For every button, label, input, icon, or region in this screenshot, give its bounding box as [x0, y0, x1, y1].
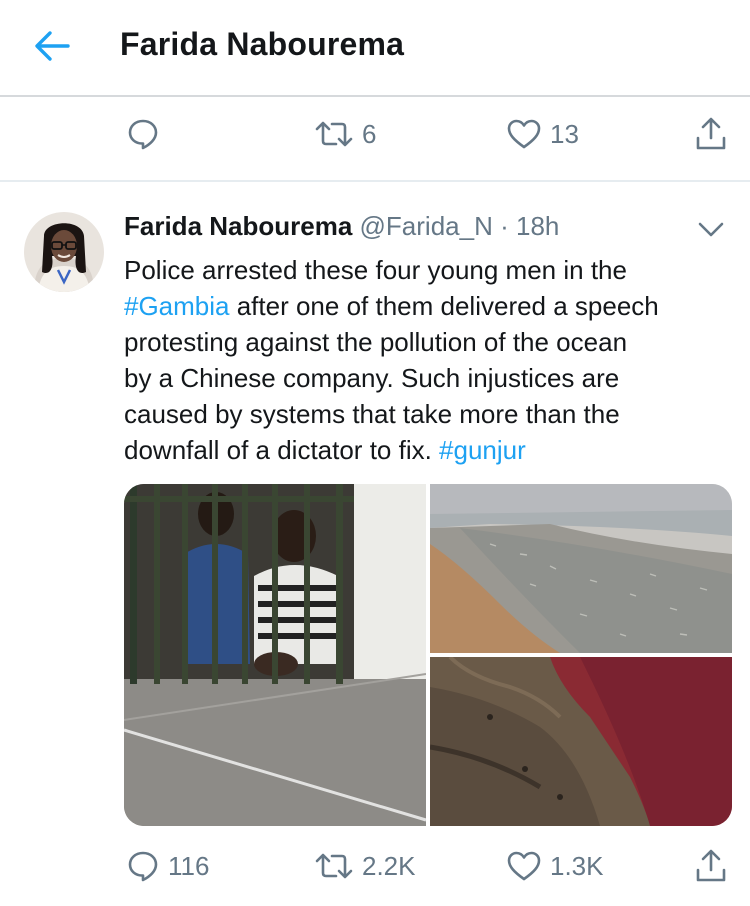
reply-icon	[128, 851, 158, 882]
tweet-text-line: by a Chinese company. Such injustices ar…	[124, 363, 620, 393]
tweet-header: Farida Nabourema @Farida_N · 18h	[124, 211, 559, 242]
dot-separator: ·	[500, 211, 509, 241]
tweet-divider	[0, 180, 750, 182]
share-icon	[696, 849, 726, 882]
tweet-text-segment: after one of them delivered a speech	[229, 291, 659, 321]
tweet-timestamp[interactable]: 18h	[516, 211, 559, 241]
tweet-text-line: Police arrested these four young men in …	[124, 255, 627, 285]
heart-icon	[507, 851, 541, 881]
author-name[interactable]: Farida Nabourema	[124, 211, 352, 241]
arrow-left-icon	[35, 31, 70, 61]
share-icon	[696, 117, 726, 150]
reply-button[interactable]	[126, 104, 160, 164]
reply-count: 116	[168, 850, 210, 881]
tweet-text-line: downfall of a dictator to fix. #gunjur	[124, 432, 734, 468]
photo-men-behind-bars[interactable]	[124, 484, 426, 826]
retweet-count: 6	[362, 118, 377, 149]
top-bar: Farida Nabourema	[0, 0, 750, 97]
like-count: 1.3K	[550, 850, 604, 881]
profile-photo	[24, 212, 104, 292]
tweet-text-line: caused by systems that take more than th…	[124, 399, 620, 429]
retweet-icon	[315, 121, 353, 147]
like-button[interactable]: 1.3K	[506, 836, 604, 896]
retweet-button[interactable]: 6	[314, 104, 376, 164]
hashtag-link[interactable]: #Gambia	[124, 291, 230, 321]
photo-red-polluted-water[interactable]	[430, 657, 732, 826]
tweet-text-line: protesting against the pollution of the …	[124, 327, 628, 357]
reply-button[interactable]: 116	[126, 836, 209, 896]
share-button[interactable]	[694, 836, 728, 896]
retweet-count: 2.2K	[362, 850, 416, 881]
hashtag-link[interactable]: #gunjur	[439, 435, 526, 465]
author-handle[interactable]: @Farida_N	[360, 211, 493, 241]
chevron-down-icon	[698, 222, 724, 237]
media-grid	[124, 484, 732, 826]
previous-tweet-actions: 6 13	[0, 104, 750, 164]
tweet-menu-button[interactable]	[694, 214, 728, 244]
like-button[interactable]: 13	[506, 104, 579, 164]
share-button[interactable]	[694, 104, 728, 164]
avatar[interactable]	[24, 212, 104, 292]
reply-icon	[128, 119, 158, 150]
page-title: Farida Nabourema	[120, 26, 405, 62]
retweet-button[interactable]: 2.2K	[314, 836, 416, 896]
tweet-text: Police arrested these four young men in …	[124, 252, 734, 468]
tweet-text-segment: downfall of a dictator to fix.	[124, 435, 440, 465]
back-button[interactable]	[32, 28, 72, 64]
retweet-icon	[315, 853, 353, 879]
tweet-actions: 116 2.2K 1.3K	[0, 836, 750, 896]
tweet-text-line: #Gambia after one of them delivered a sp…	[124, 288, 734, 324]
heart-icon	[507, 119, 541, 149]
like-count: 13	[550, 118, 579, 149]
photo-fish-on-beach[interactable]	[430, 484, 732, 653]
